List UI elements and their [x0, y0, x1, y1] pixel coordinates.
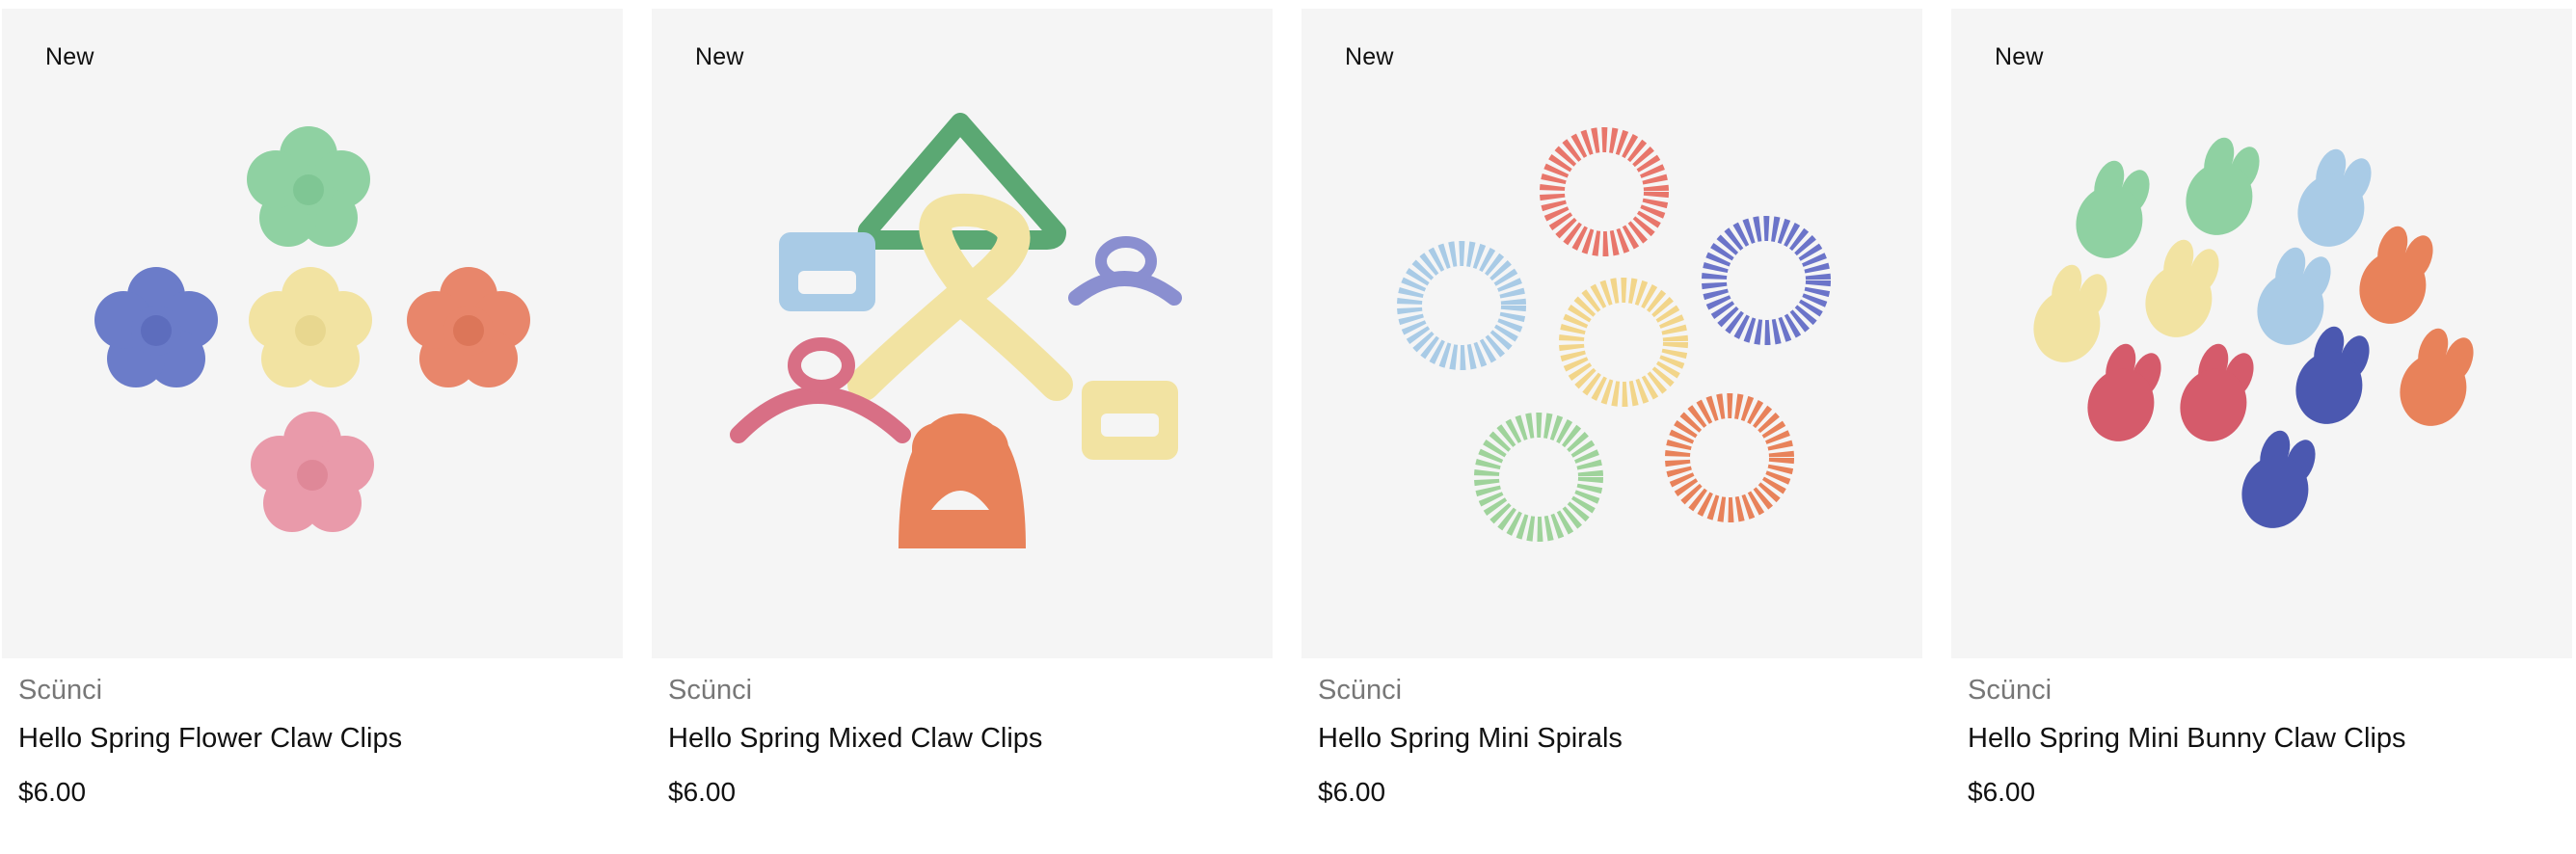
spiral-hair-ties-icon [1397, 127, 1831, 542]
product-card[interactable]: New Scünci Hello Spring Mixed Claw Clips… [652, 9, 1273, 847]
product-card[interactable]: New Scünci Hello Spring Mini Spirals $6.… [1301, 9, 1922, 847]
product-title[interactable]: Hello Spring Mixed Claw Clips [668, 723, 1042, 755]
product-grid: New Scünci Hello Spring Flower Claw Clip… [0, 0, 2576, 854]
product-title[interactable]: Hello Spring Flower Claw Clips [18, 723, 402, 755]
product-price: $6.00 [18, 777, 87, 807]
product-price: $6.00 [1968, 777, 2036, 807]
new-badge: New [1345, 43, 1394, 70]
product-title[interactable]: Hello Spring Mini Spirals [1318, 723, 1623, 755]
product-card[interactable]: New Scünci Hello Spring Flower Claw Clip… [2, 9, 623, 847]
mixed-claw-clips-icon [730, 113, 1182, 548]
product-brand: Scünci [668, 675, 753, 706]
product-brand: Scünci [1318, 675, 1403, 706]
new-badge: New [1995, 43, 2044, 70]
product-brand: Scünci [1968, 675, 2053, 706]
product-title[interactable]: Hello Spring Mini Bunny Claw Clips [1968, 723, 2406, 755]
product-image[interactable]: New [2, 9, 623, 658]
new-badge: New [45, 43, 94, 70]
product-price: $6.00 [1318, 777, 1386, 807]
product-image[interactable]: New [1301, 9, 1922, 658]
bunny-claw-clips-icon [2023, 131, 2485, 538]
product-price: $6.00 [668, 777, 737, 807]
product-image[interactable]: New [652, 9, 1273, 658]
flower-claw-clips-icon [94, 126, 530, 532]
product-image[interactable]: New [1951, 9, 2572, 658]
new-badge: New [695, 43, 744, 70]
product-card[interactable]: New Scünci Hello Spring Mini Bunny Claw … [1951, 9, 2572, 847]
product-brand: Scünci [18, 675, 103, 706]
